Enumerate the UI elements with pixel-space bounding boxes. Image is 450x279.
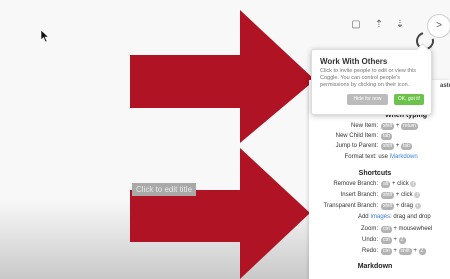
- key-badge: ctrl: [381, 237, 392, 244]
- shortcut-label: New Child Item:: [335, 133, 378, 139]
- info-icon[interactable]: i: [414, 192, 421, 198]
- key-badge: Z: [398, 237, 406, 244]
- hide-for-now-button[interactable]: Hide for now: [347, 94, 388, 105]
- red-arrow-bottom: [130, 148, 310, 279]
- key-badge: return: [401, 123, 419, 130]
- download-icon[interactable]: ⇣: [393, 18, 407, 32]
- share-icon[interactable]: ⇡: [372, 18, 386, 32]
- paste-label: aste: [440, 83, 450, 89]
- work-with-others-popup: Work With Others Click to invite people …: [311, 43, 432, 115]
- shortcut-label: Remove Branch:: [333, 181, 378, 187]
- images-link[interactable]: Images: [370, 214, 390, 220]
- shortcut-label: New Item:: [350, 123, 378, 129]
- shortcut-label: Zoom:: [360, 226, 378, 232]
- markdown-heading: Markdown: [357, 263, 393, 270]
- key-badge: alt: [381, 181, 391, 188]
- key-badge: shift: [381, 192, 395, 199]
- shortcuts-heading: Shortcuts: [358, 170, 392, 177]
- present-icon[interactable]: ▢: [349, 18, 363, 32]
- shortcut-label: Undo:: [361, 237, 378, 243]
- markdown-link[interactable]: Markdown: [390, 154, 418, 160]
- shortcut-label: Jump to Parent:: [335, 143, 378, 149]
- key-badge: shift: [398, 248, 412, 255]
- key-badge: shift: [381, 203, 395, 210]
- key-badge: tab: [401, 143, 412, 150]
- popup-body: Click to invite people to edit or view t…: [320, 68, 416, 88]
- info-icon[interactable]: i: [410, 181, 417, 187]
- key-badge: shift: [381, 123, 395, 130]
- mouse-cursor-icon: [40, 29, 50, 43]
- shortcut-label: Insert Branch:: [340, 192, 378, 198]
- key-badge: ctrl: [381, 226, 392, 233]
- shortcut-label: Format text: use: [344, 154, 388, 160]
- shortcut-label: Redo:: [361, 248, 378, 254]
- info-icon[interactable]: i: [414, 203, 421, 209]
- ok-got-it-button[interactable]: OK, got it!: [394, 94, 424, 105]
- key-badge: tab: [381, 133, 392, 140]
- popup-title: Work With Others: [320, 57, 388, 66]
- red-arrow-top: [130, 10, 315, 143]
- key-badge: ctrl: [381, 248, 392, 255]
- key-badge: shift: [381, 143, 395, 150]
- shortcut-label: Transparent Branch:: [323, 203, 378, 209]
- key-badge: Z: [418, 248, 426, 255]
- mindmap-title-node[interactable]: Click to edit title: [132, 183, 197, 196]
